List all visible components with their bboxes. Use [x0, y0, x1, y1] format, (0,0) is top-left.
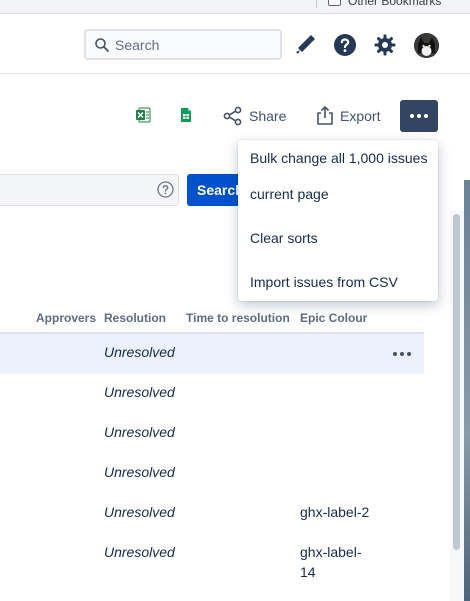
jql-help-icon[interactable]: [157, 181, 174, 198]
resolution-cell: Unresolved: [104, 464, 175, 480]
menu-item-current-page[interactable]: current page: [250, 186, 430, 202]
table-row[interactable]: [0, 414, 424, 454]
epic-colour-cell: ghx-label-2: [300, 504, 370, 520]
search-placeholder: Search: [115, 37, 160, 53]
bookmarks-separator: [316, 0, 317, 8]
export-icon[interactable]: [315, 105, 335, 126]
menu-item-bulk-change-all[interactable]: Bulk change all 1,000 issues: [250, 150, 430, 166]
resolution-cell: Unresolved: [104, 424, 175, 440]
jql-query-input[interactable]: [0, 174, 179, 206]
search-icon: [95, 38, 109, 52]
menu-item-import-csv[interactable]: Import issues from CSV: [250, 274, 430, 290]
resolution-cell: Unresolved: [104, 544, 175, 560]
other-bookmarks-link[interactable]: Other Bookmarks: [348, 0, 441, 8]
more-actions-button[interactable]: [400, 100, 438, 132]
cat-avatar-image: [414, 33, 439, 58]
folder-icon: [328, 0, 341, 6]
column-header-epic-colour[interactable]: Epic Colour: [300, 311, 367, 325]
resolution-cell: Unresolved: [104, 504, 175, 520]
share-icon[interactable]: [223, 106, 243, 126]
column-header-approvers[interactable]: Approvers: [36, 311, 96, 325]
avatar[interactable]: [414, 33, 439, 58]
table-row[interactable]: [0, 334, 424, 374]
column-header-time-to-resolution[interactable]: Time to resolution: [186, 311, 290, 325]
global-search-input[interactable]: [84, 29, 282, 60]
table-row[interactable]: [0, 454, 424, 494]
share-button[interactable]: Share: [249, 108, 286, 124]
megaphone-icon[interactable]: [293, 33, 317, 57]
more-actions-menu: Bulk change all 1,000 issues current pag…: [238, 140, 438, 301]
resolution-cell: Unresolved: [104, 384, 175, 400]
excel-export-icon[interactable]: [135, 107, 151, 123]
google-sheets-icon[interactable]: [178, 107, 194, 123]
resolution-cell: Unresolved: [104, 344, 175, 360]
bookmarks-bar: Other Bookmarks: [0, 0, 470, 14]
menu-item-clear-sorts[interactable]: Clear sorts: [250, 230, 430, 246]
help-icon[interactable]: [333, 33, 357, 57]
export-button[interactable]: Export: [340, 108, 380, 124]
scrollbar-thumb[interactable]: [453, 214, 460, 550]
epic-colour-cell: ghx-label-14: [300, 544, 362, 580]
more-icon: [400, 100, 438, 132]
gear-icon[interactable]: [373, 33, 397, 57]
column-header-resolution[interactable]: Resolution: [104, 311, 166, 325]
row-actions-icon[interactable]: [393, 350, 413, 358]
search-button-label: Search: [197, 182, 244, 198]
table-row[interactable]: [0, 374, 424, 414]
desktop-background: [464, 180, 470, 601]
